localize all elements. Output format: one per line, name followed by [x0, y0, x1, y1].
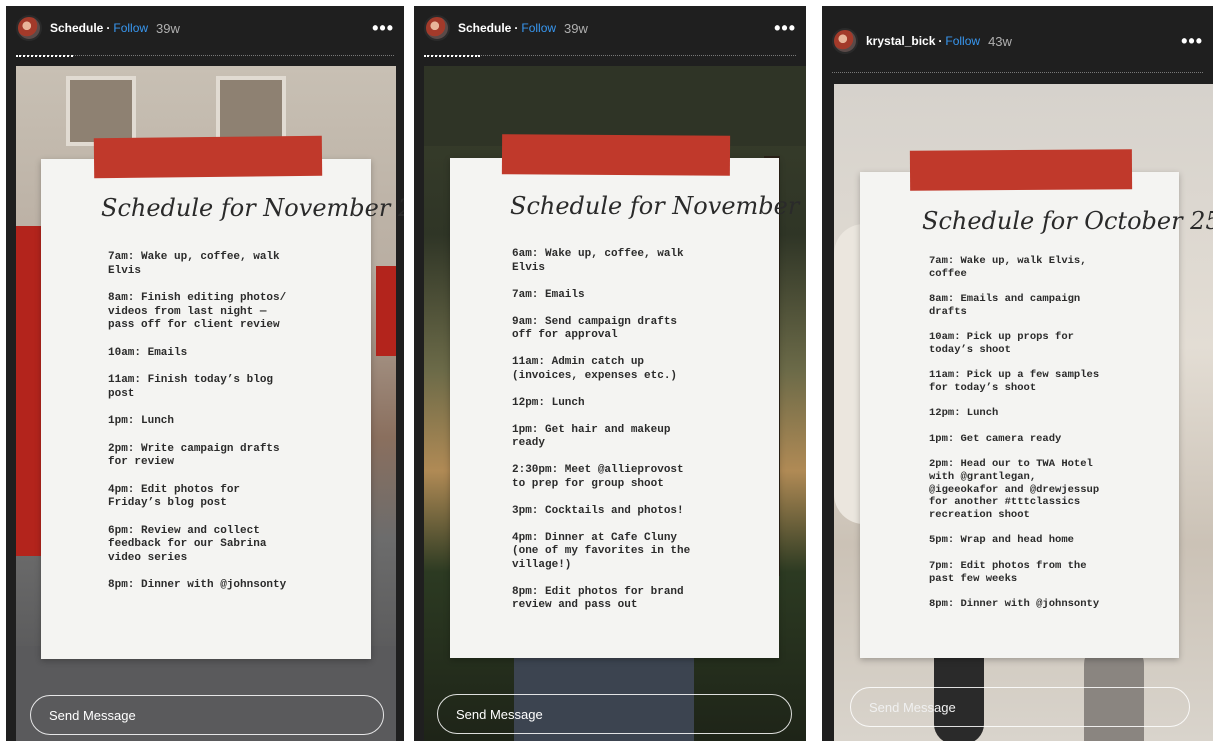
follow-button[interactable]: Follow — [521, 21, 556, 35]
schedule-item: 8pm: Dinner with @johnsonty — [929, 597, 1100, 610]
schedule-item: 8pm: Dinner with @johnsonty — [108, 579, 287, 591]
send-message-input[interactable]: Send Message — [850, 687, 1190, 727]
schedule-item: 1pm: Get hair and makeup ready — [512, 423, 671, 450]
separator-dot: · — [106, 21, 111, 35]
schedule-item: 12pm: Lunch — [929, 407, 999, 420]
story-progress-bar — [424, 55, 796, 57]
story-panel[interactable]: Schedule · Follow 39w ••• Schedule for N… — [414, 6, 806, 741]
more-options-icon[interactable]: ••• — [1181, 32, 1203, 50]
schedule-item: 4pm: Dinner at Cafe Cluny (one of my fav… — [512, 531, 691, 571]
red-tape — [909, 149, 1133, 191]
story-header: Schedule · Follow 39w ••• — [414, 6, 806, 50]
schedule-item: 2pm: Head our to TWA Hotel with @grantle… — [929, 457, 1100, 522]
separator-dot: · — [938, 34, 943, 48]
schedule-item: 8pm: Edit photos for brand review and pa… — [512, 585, 684, 612]
story-header: krystal_bick · Follow 43w ••• — [822, 10, 1213, 72]
schedule-title: Schedule for November 26 — [510, 192, 806, 220]
progress-fill — [424, 55, 480, 57]
schedule-item: 7am: Wake up, walk Elvis, coffee — [929, 255, 1087, 280]
post-age: 43w — [988, 33, 1012, 49]
story-panel[interactable]: Schedule · Follow 39w ••• Schedule for N… — [6, 6, 404, 741]
send-message-input[interactable]: Send Message — [30, 695, 384, 735]
red-tape — [501, 134, 731, 176]
schedule-list: 7am: Wake up, walk Elvis, coffee 8am: Ema… — [929, 255, 1151, 623]
schedule-item: 4pm: Edit photos for Friday’s blog post — [108, 483, 241, 510]
follow-button[interactable]: Follow — [945, 34, 980, 48]
schedule-item: 10am: Pick up props for today’s shoot — [929, 331, 1074, 356]
post-age: 39w — [564, 20, 588, 36]
schedule-item: 8am: Finish editing photos/ videos from … — [108, 292, 287, 331]
schedule-item: 2:30pm: Meet @allieprovost to prep for g… — [512, 464, 684, 490]
avatar[interactable] — [832, 28, 858, 54]
story-progress-bar — [16, 55, 394, 57]
avatar[interactable] — [424, 15, 450, 41]
schedule-title: Schedule for November 27 — [101, 194, 404, 222]
more-options-icon[interactable]: ••• — [372, 19, 394, 37]
schedule-item: 6am: Wake up, coffee, walk Elvis — [512, 248, 684, 274]
send-message-input[interactable]: Send Message — [437, 694, 792, 734]
schedule-item: 6pm: Review and collect feedback for our… — [108, 524, 267, 564]
schedule-item: 11am: Pick up a few samples for today’s … — [929, 369, 1100, 395]
schedule-item: 7am: Wake up, coffee, walk Elvis — [108, 251, 280, 277]
schedule-item: 2pm: Write campaign drafts for review — [108, 442, 280, 469]
progress-fill — [16, 55, 73, 57]
schedule-title: Schedule for October 25 — [922, 207, 1213, 235]
more-options-icon[interactable]: ••• — [774, 19, 796, 37]
story-header: Schedule · Follow 39w ••• — [6, 6, 404, 50]
username[interactable]: Schedule — [50, 21, 103, 35]
schedule-item: 7am: Emails — [512, 288, 585, 301]
schedule-item: 11am: Finish today’s blog post — [108, 374, 274, 400]
schedule-item: 1pm: Get camera ready — [929, 432, 1062, 445]
schedule-item: 11am: Admin catch up (invoices, expenses… — [512, 356, 678, 382]
schedule-item: 3pm: Cocktails and photos! — [512, 504, 684, 517]
schedule-item: 1pm: Lunch — [108, 415, 175, 427]
post-age: 39w — [156, 20, 180, 36]
schedule-item: 9am: Send campaign drafts off for approv… — [512, 315, 678, 342]
schedule-list: 7am: Wake up, coffee, walk Elvis 8am: Fin… — [108, 251, 348, 607]
schedule-item: 12pm: Lunch — [512, 396, 585, 409]
background-window — [66, 76, 136, 146]
username[interactable]: Schedule — [458, 21, 511, 35]
avatar[interactable] — [16, 15, 42, 41]
story-progress-bar — [832, 72, 1203, 74]
schedule-item: 10am: Emails — [108, 346, 188, 359]
username[interactable]: krystal_bick — [866, 34, 935, 48]
schedule-item: 7pm: Edit photos from the past few weeks — [929, 559, 1087, 585]
story-panel[interactable]: krystal_bick · Follow 43w ••• Schedule f… — [822, 6, 1213, 741]
separator-dot: · — [514, 21, 519, 35]
schedule-list: 6am: Wake up, coffee, walk Elvis 7am: Ema… — [512, 248, 752, 626]
follow-button[interactable]: Follow — [113, 21, 148, 35]
red-tape — [93, 135, 323, 179]
schedule-item: 8am: Emails and campaign drafts — [929, 293, 1081, 318]
schedule-item: 5pm: Wrap and head home — [929, 534, 1074, 547]
background-awning — [376, 266, 396, 356]
